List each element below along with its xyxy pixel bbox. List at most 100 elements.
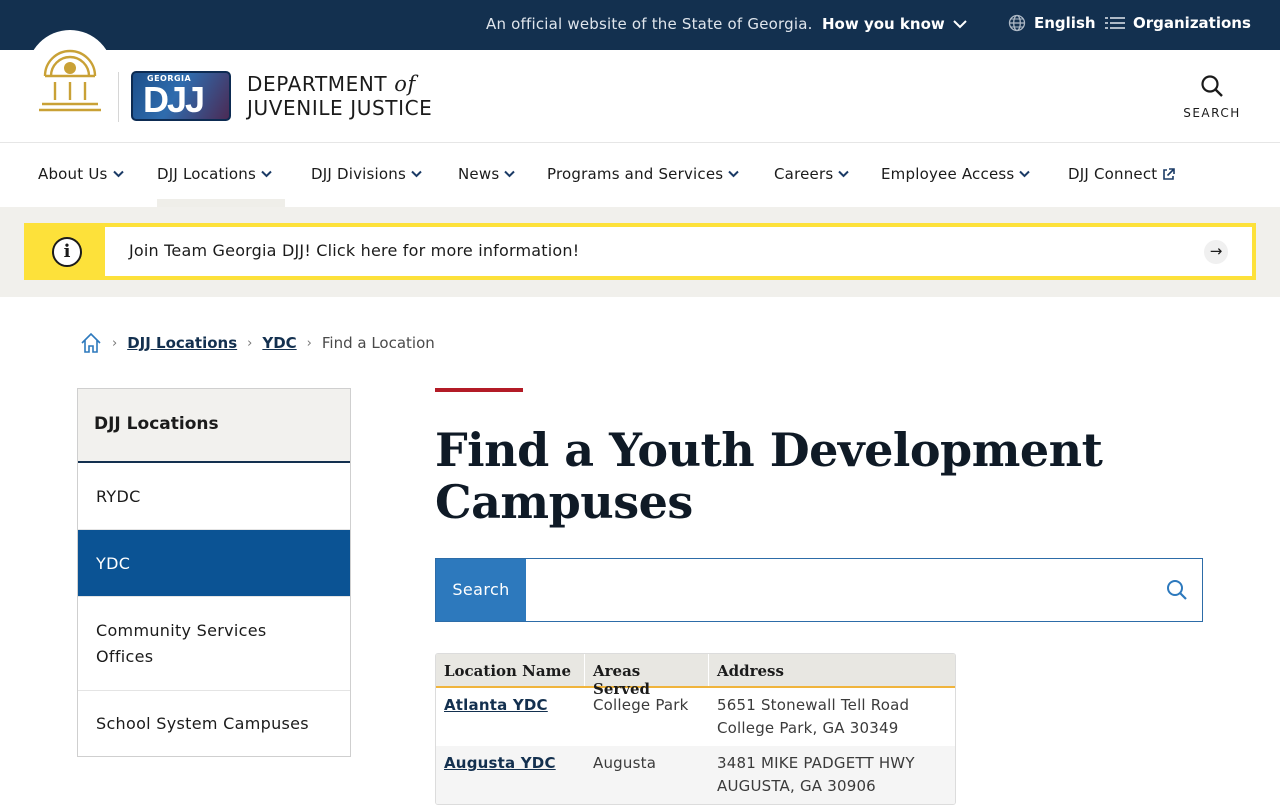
external-link-icon [1163, 167, 1176, 180]
organizations-label: Organizations [1133, 14, 1251, 32]
breadcrumb-current: Find a Location [321, 334, 435, 352]
table-body: Atlanta YDC College Park 5651 Stonewall … [436, 688, 955, 804]
address-cell: 5651 Stonewall Tell Road College Park, GA… [709, 688, 955, 746]
sidenav-label: School System Campuses [96, 714, 309, 733]
location-link-atlanta[interactable]: Atlanta YDC [444, 696, 548, 714]
nav-djj-divisions[interactable]: DJJ Divisions [311, 165, 422, 183]
location-search-input[interactable] [528, 561, 1148, 619]
dept-of: of [394, 72, 416, 96]
area-cell: College Park [593, 696, 689, 714]
header-search-label: SEARCH [1183, 106, 1241, 120]
language-label: English [1034, 14, 1096, 32]
how-you-know-toggle[interactable]: How you know [822, 15, 967, 33]
header-divider [118, 72, 119, 122]
area-cell: Augusta [593, 754, 657, 772]
official-site-text: An official website of the State of Geor… [486, 15, 813, 33]
chevron-right-icon: › [247, 335, 253, 351]
info-icon: i [52, 237, 82, 267]
official-banner: An official website of the State of Geor… [0, 0, 1280, 50]
list-icon [1105, 17, 1125, 29]
sidenav-item-school-campuses[interactable]: School System Campuses [78, 691, 350, 756]
location-search: Search [435, 558, 1203, 622]
location-cell: Atlanta YDC [436, 688, 585, 746]
main-navigation: About Us DJJ Locations DJJ Divisions New… [0, 143, 1280, 207]
chevron-right-icon: › [112, 335, 118, 351]
chevron-down-icon [728, 170, 740, 178]
organizations-menu[interactable]: Organizations [1105, 14, 1251, 32]
table-header: Location Name Areas Served Address [436, 654, 955, 698]
dept-line1: DEPARTMENT [247, 72, 388, 96]
language-selector[interactable]: English [1008, 14, 1096, 32]
page-title: Find a Youth Development Campuses [435, 423, 1103, 529]
nav-label: DJJ Divisions [311, 165, 407, 183]
site-header: GEORGIA DJJ DEPARTMENT of JUVENILE JUSTI… [0, 30, 1280, 143]
table-row: Atlanta YDC College Park 5651 Stonewall … [436, 688, 955, 746]
breadcrumb-ydc[interactable]: YDC [262, 334, 296, 352]
address-line2: AUGUSTA, GA 30906 [717, 777, 876, 795]
alert-region: i Join Team Georgia DJJ! Click here for … [0, 207, 1280, 297]
search-icon [1201, 75, 1223, 97]
address-cell: 3481 MIKE PADGETT HWY AUGUSTA, GA 30906 [709, 746, 955, 804]
chevron-down-icon [953, 20, 967, 29]
title-accent-bar [435, 388, 523, 392]
nav-news[interactable]: News [458, 165, 516, 183]
nav-label: News [458, 165, 500, 183]
chevron-down-icon [411, 170, 422, 178]
search-icon[interactable] [1166, 579, 1188, 601]
nav-programs-services[interactable]: Programs and Services [547, 165, 740, 183]
sidenav-label: Community Services Offices [96, 620, 267, 666]
side-navigation: DJJ Locations RYDC YDC Community Service… [77, 388, 351, 757]
nav-djj-connect[interactable]: DJJ Connect [1068, 165, 1176, 183]
nav-label: Programs and Services [547, 165, 724, 183]
nav-label: Employee Access [881, 165, 1015, 183]
nav-label: Careers [774, 165, 834, 183]
locations-table: Location Name Areas Served Address Atlan… [435, 653, 956, 805]
address-line2: College Park, GA 30349 [717, 719, 899, 737]
nav-label: DJJ Connect [1068, 165, 1158, 183]
nav-careers[interactable]: Careers [774, 165, 850, 183]
sidenav-item-rydc[interactable]: RYDC [78, 463, 350, 530]
globe-icon [1008, 14, 1026, 32]
address-line1: 3481 MIKE PADGETT HWY [717, 754, 915, 772]
georgia-seal-icon [39, 49, 101, 112]
sidenav-label: RYDC [96, 486, 141, 506]
logo-djj-text: DJJ [143, 79, 205, 120]
home-icon[interactable] [80, 332, 102, 354]
column-header-location[interactable]: Location Name [436, 654, 585, 686]
alert-icon-box: i [28, 227, 105, 276]
djj-logo[interactable]: GEORGIA DJJ [131, 71, 231, 121]
arrow-right-icon: → [1204, 240, 1228, 264]
column-header-areas[interactable]: Areas Served [585, 654, 709, 698]
nav-employee-access[interactable]: Employee Access [881, 165, 1031, 183]
nav-djj-locations[interactable]: DJJ Locations [157, 165, 272, 183]
department-name[interactable]: DEPARTMENT of JUVENILE JUSTICE [247, 72, 432, 120]
join-team-alert[interactable]: i Join Team Georgia DJJ! Click here for … [24, 223, 1256, 280]
nav-active-indicator [157, 199, 285, 207]
chevron-down-icon [1019, 170, 1031, 178]
location-link-augusta[interactable]: Augusta YDC [444, 754, 556, 772]
alert-message: Join Team Georgia DJJ! Click here for mo… [129, 241, 580, 260]
address-line1: 5651 Stonewall Tell Road [717, 696, 910, 714]
dept-line2: JUVENILE JUSTICE [247, 96, 433, 120]
column-header-address[interactable]: Address [709, 654, 955, 686]
chevron-down-icon [261, 170, 272, 178]
chevron-right-icon: › [306, 335, 312, 351]
nav-label: About Us [38, 165, 108, 183]
georgia-seal-link[interactable] [27, 30, 113, 116]
sidenav-item-community-services[interactable]: Community Services Offices [78, 597, 350, 691]
search-label: Search [436, 559, 526, 621]
chevron-down-icon [504, 170, 516, 178]
nav-about-us[interactable]: About Us [38, 165, 124, 183]
sidenav-heading: DJJ Locations [78, 389, 350, 463]
breadcrumb: › DJJ Locations › YDC › Find a Location [80, 330, 435, 356]
sidenav-label: YDC [96, 553, 131, 573]
nav-label: DJJ Locations [157, 165, 257, 183]
how-you-know-label: How you know [822, 15, 945, 33]
chevron-down-icon [838, 170, 850, 178]
sidenav-item-ydc[interactable]: YDC [78, 530, 350, 597]
location-cell: Augusta YDC [436, 746, 585, 804]
table-row: Augusta YDC Augusta 3481 MIKE PADGETT HW… [436, 746, 955, 804]
breadcrumb-djj-locations[interactable]: DJJ Locations [127, 334, 237, 352]
header-search-button[interactable]: SEARCH [1182, 74, 1242, 120]
chevron-down-icon [112, 170, 124, 178]
